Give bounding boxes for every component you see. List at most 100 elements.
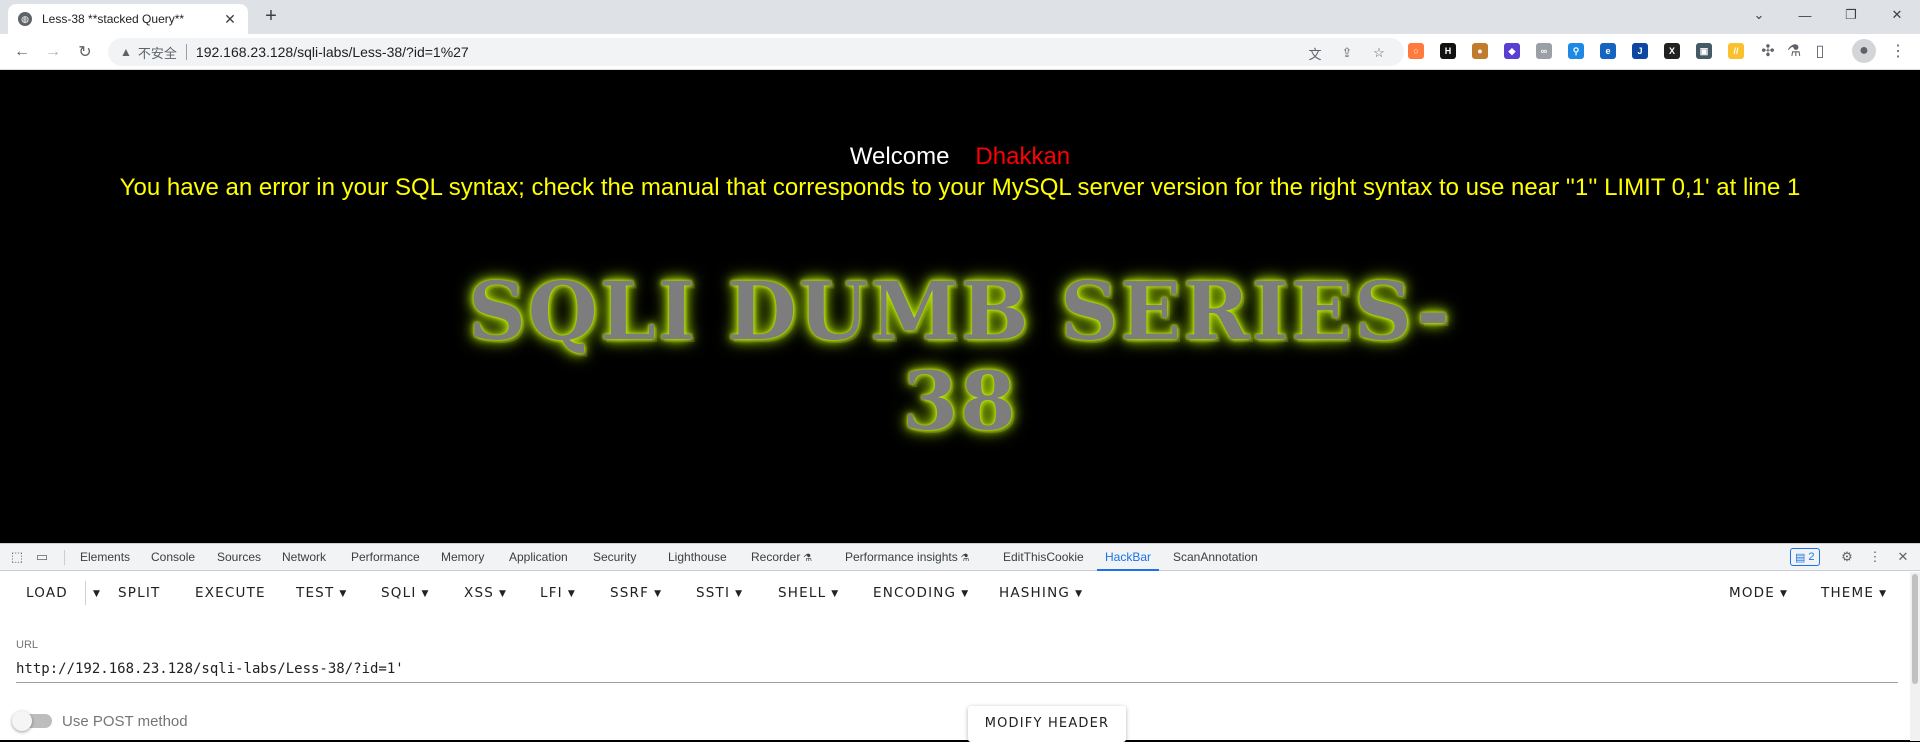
back-arrow-icon[interactable]: ← xyxy=(10,40,34,64)
browser-tab[interactable]: ◍ Less-38 **stacked Query** ✕ xyxy=(8,4,248,34)
toggle-knob xyxy=(12,711,32,731)
url-label: URL xyxy=(16,639,39,651)
hackbar-xss-button[interactable]: XSS ▼ xyxy=(464,571,507,615)
hackbar-url-input[interactable]: http://192.168.23.128/sqli-labs/Less-38/… xyxy=(16,659,1898,683)
devtools-menu-icon[interactable]: ⋮ xyxy=(1866,548,1884,566)
ext-screen-icon[interactable]: ▣ xyxy=(1696,43,1712,59)
ext-yellow-icon[interactable]: // xyxy=(1728,43,1744,59)
experimental-flask-icon: ⚗ xyxy=(957,553,970,564)
load-dropdown-toggle[interactable]: ▼ xyxy=(88,571,101,615)
welcome-text: Welcome xyxy=(849,143,950,170)
divider xyxy=(64,550,65,565)
hackbar-split-button[interactable]: SPLIT xyxy=(118,571,160,615)
hackbar-menu: LOAD SPLIT EXECUTE TEST ▼ SQLI ▼ XSS ▼ LFI ▼ SSRF ▼ S… xyxy=(0,571,1920,615)
devtools-tab-label: Performance insights xyxy=(845,550,958,564)
devtools-tab-console[interactable]: Console xyxy=(151,544,195,571)
hackbar-sqli-button[interactable]: SQLI ▼ xyxy=(381,571,430,615)
address-bar[interactable]: ▲ 不安全 192.168.23.128/sqli-labs/Less-38/?… xyxy=(108,38,1404,66)
devtools-tab-scanannotation[interactable]: ScanAnnotation xyxy=(1173,544,1258,571)
devtools-tab-label: ScanAnnotation xyxy=(1173,550,1258,564)
ext-x-icon[interactable]: X xyxy=(1664,43,1680,59)
hackbar-menu-label: SHELL xyxy=(778,585,827,601)
hackbar-menu-label: SQLI xyxy=(381,585,417,601)
scrollbar-thumb[interactable] xyxy=(1912,574,1918,684)
hackbar-menu-label: ENCODING xyxy=(873,585,957,601)
hackbar-mode-button[interactable]: MODE ▼ xyxy=(1729,571,1788,615)
devtools-tab-lighthouse[interactable]: Lighthouse xyxy=(668,544,727,571)
translate-icon[interactable]: 文 xyxy=(1306,44,1324,62)
hackbar-test-button[interactable]: TEST ▼ xyxy=(296,571,348,615)
close-window-button[interactable]: ✕ xyxy=(1874,0,1920,30)
hackbar-menu-label: XSS xyxy=(464,585,494,601)
hackbar-menu-label: LOAD xyxy=(26,585,68,601)
restore-button[interactable]: ❐ xyxy=(1828,0,1874,30)
chevron-down-icon[interactable]: ⌄ xyxy=(1736,0,1782,30)
settings-gear-icon[interactable]: ⚙ xyxy=(1838,548,1856,566)
url-text[interactable]: 192.168.23.128/sqli-labs/Less-38/?id=1%2… xyxy=(196,44,469,60)
hackbar-menu-label: SSRF xyxy=(610,585,650,601)
dropdown-caret-icon: ▼ xyxy=(499,589,508,599)
hackbar-ssti-button[interactable]: SSTI ▼ xyxy=(696,571,743,615)
hackbar-load-button[interactable]: LOAD xyxy=(26,571,68,615)
side-panel-icon[interactable]: ▯ xyxy=(1808,39,1832,63)
minimize-button[interactable]: — xyxy=(1782,0,1828,30)
ext-hn-icon[interactable]: H xyxy=(1440,43,1456,59)
bookmark-star-icon[interactable]: ☆ xyxy=(1370,44,1388,62)
hackbar-lfi-button[interactable]: LFI ▼ xyxy=(540,571,576,615)
devtools-tab-security[interactable]: Security xyxy=(593,544,636,571)
new-tab-button[interactable]: + xyxy=(260,6,282,28)
devtools-tab-label: EditThisCookie xyxy=(1003,550,1084,564)
labs-flask-icon[interactable]: ⚗ xyxy=(1782,39,1806,63)
hackbar-shell-button[interactable]: SHELL ▼ xyxy=(778,571,839,615)
devtools-tab-label: Elements xyxy=(80,550,131,564)
extensions-puzzle-icon[interactable]: ✣ xyxy=(1756,39,1780,63)
dropdown-caret-icon: ▼ xyxy=(831,589,840,599)
ext-jt-icon[interactable]: J xyxy=(1632,43,1648,59)
close-tab-icon[interactable]: ✕ xyxy=(222,11,238,28)
devtools-tab-application[interactable]: Application xyxy=(509,544,568,571)
devtools-scrollbar[interactable] xyxy=(1910,572,1920,741)
devtools-tab-elements[interactable]: Elements xyxy=(80,544,130,571)
dropdown-caret-icon: ▼ xyxy=(567,589,576,599)
series-banner-logo: SQLI DUMB SERIES-38 xyxy=(468,264,1452,448)
post-method-toggle[interactable] xyxy=(12,711,52,731)
browser-toolbar: ← → ↻ ▲ 不安全 192.168.23.128/sqli-labs/Les… xyxy=(0,34,1920,70)
hackbar-theme-button[interactable]: THEME ▼ xyxy=(1821,571,1887,615)
devtools-tab-label: Recorder xyxy=(751,550,801,564)
ext-link-icon[interactable]: ∞ xyxy=(1536,43,1552,59)
modify-header-button[interactable]: MODIFY HEADER xyxy=(968,706,1126,742)
hackbar-encoding-button[interactable]: ENCODING ▼ xyxy=(873,571,969,615)
hackbar-ssrf-button[interactable]: SSRF ▼ xyxy=(610,571,662,615)
devtools-tab-memory[interactable]: Memory xyxy=(441,544,484,571)
experimental-flask-icon: ⚗ xyxy=(800,553,813,564)
issues-badge[interactable]: ▤ 2 xyxy=(1790,548,1820,566)
inspect-element-icon[interactable]: ⬚ xyxy=(8,548,26,566)
close-devtools-icon[interactable]: ✕ xyxy=(1894,548,1912,566)
dropdown-caret-icon: ▼ xyxy=(961,589,970,599)
devtools-tab-performance[interactable]: Performance xyxy=(351,544,420,571)
forward-arrow-icon[interactable]: → xyxy=(41,40,65,64)
welcome-line: Welcome Dhakkan xyxy=(0,143,1920,171)
hackbar-menu-label: HASHING xyxy=(999,585,1071,601)
ext-pin-icon[interactable]: ⚲ xyxy=(1568,43,1584,59)
devtools-tab-performance-insights[interactable]: Performance insights ⚗ xyxy=(845,544,969,571)
ext-orange-icon[interactable]: ○ xyxy=(1408,43,1424,59)
hackbar-menu-label: LFI xyxy=(540,585,563,601)
dropdown-caret-icon: ▼ xyxy=(421,589,430,599)
share-icon[interactable]: ⇪ xyxy=(1338,44,1356,62)
devtools-tab-label: Network xyxy=(282,550,327,564)
hackbar-execute-button[interactable]: EXECUTE xyxy=(195,571,266,615)
ext-purple-icon[interactable]: ◆ xyxy=(1504,43,1520,59)
menu-kebab-icon[interactable]: ⋮ xyxy=(1886,39,1910,63)
devtools-tab-sources[interactable]: Sources xyxy=(217,544,261,571)
devtools-tab-recorder[interactable]: Recorder ⚗ xyxy=(751,544,812,571)
devtools-tab-network[interactable]: Network xyxy=(282,544,326,571)
devtools-tab-editthiscookie[interactable]: EditThisCookie xyxy=(1003,544,1084,571)
hackbar-hashing-button[interactable]: HASHING ▼ xyxy=(999,571,1083,615)
profile-avatar[interactable]: ● xyxy=(1852,39,1876,63)
device-toggle-icon[interactable]: ▭ xyxy=(33,548,51,566)
ext-cookie-icon[interactable]: ● xyxy=(1472,43,1488,59)
devtools-tab-hackbar[interactable]: HackBar xyxy=(1096,544,1160,571)
reload-icon[interactable]: ↻ xyxy=(73,40,97,64)
ext-blue-e-icon[interactable]: e xyxy=(1600,43,1616,59)
